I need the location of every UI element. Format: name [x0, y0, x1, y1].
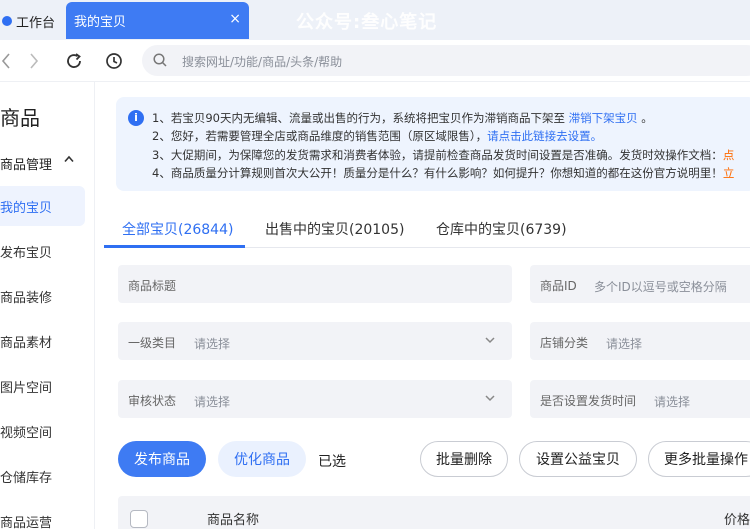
shop-category-label: 店铺分类 — [540, 336, 589, 350]
notice-line-3-text: 3、大促期间，为保障您的发货需求和消费者体验，请提前检查商品发货时间设置是否准确… — [152, 148, 723, 162]
chevron-up-icon[interactable] — [64, 155, 74, 163]
category-l1-placeholder: 请选择 — [194, 337, 231, 351]
select-all-checkbox[interactable] — [130, 510, 148, 528]
chevron-down-icon — [485, 395, 495, 402]
ship-time-select[interactable]: 是否设置发货时间 请选择 — [530, 380, 750, 418]
notice-line-1: 1、若宝贝90天内无编辑、流量或出售的行为，系统将把宝贝作为滞销商品下架至 滞销… — [152, 110, 653, 126]
sidebar-item-materials[interactable]: 商品素材 — [0, 321, 85, 361]
product-tabs: 全部宝贝(26844) 出售中的宝贝(20105) 仓库中的宝贝(6739) — [104, 210, 750, 248]
refresh-icon[interactable] — [62, 49, 86, 73]
home-icon — [2, 16, 12, 26]
shop-category-select[interactable]: 店铺分类 请选择 — [530, 322, 750, 360]
product-title-label: 商品标题 — [128, 279, 177, 293]
forward-icon[interactable] — [22, 49, 46, 73]
optimize-product-button[interactable]: 优化商品 — [218, 441, 306, 477]
info-icon: i — [128, 110, 144, 126]
tab-workbench[interactable]: 工作台 — [0, 8, 55, 34]
history-icon[interactable] — [102, 49, 126, 73]
product-title-field[interactable]: 商品标题 — [118, 265, 512, 303]
tab-in-warehouse[interactable]: 仓库中的宝贝(6739) — [436, 219, 567, 239]
tab-my-products-label: 我的宝贝 — [74, 15, 127, 30]
table-header: 商品名称 价格 — [118, 496, 750, 529]
product-id-field[interactable]: 商品ID 多个ID以逗号或空格分隔 — [530, 265, 750, 303]
ship-time-placeholder: 请选择 — [654, 395, 691, 409]
category-l1-label: 一级类目 — [128, 336, 177, 350]
sidebar-item-decoration[interactable]: 商品装修 — [0, 276, 85, 316]
sidebar: 商品 商品管理 我的宝贝 发布宝贝 商品装修 商品素材 图片空间 视频空间 仓储… — [0, 82, 95, 529]
sidebar-title: 商品 — [0, 106, 40, 130]
selected-count-text: 已选 — [318, 454, 346, 470]
stale-products-link[interactable]: 滞销下架宝贝 — [569, 111, 638, 125]
sidebar-item-operations[interactable]: 商品运营 — [0, 501, 85, 529]
browser-tabbar: 工作台 我的宝贝 × 公众号:叁心笔记 — [0, 0, 750, 40]
sidebar-item-image-space[interactable]: 图片空间 — [0, 366, 85, 406]
search-icon — [153, 53, 167, 71]
sidebar-group-product-manage[interactable]: 商品管理 — [0, 154, 52, 173]
audit-status-placeholder: 请选择 — [194, 395, 231, 409]
column-product-name: 商品名称 — [207, 513, 260, 528]
notice-line-3: 3、大促期间，为保障您的发货需求和消费者体验，请提前检查商品发货时间设置是否准确… — [152, 147, 734, 163]
notice-line-4: 4、商品质量分计算规则首次大公开！质量分是什么？有什么影响？如何提升？你想知道的… — [152, 165, 734, 181]
tab-workbench-label: 工作台 — [16, 15, 56, 31]
notice-line-1-text: 1、若宝贝90天内无编辑、流量或出售的行为，系统将把宝贝作为滞销商品下架至 — [152, 111, 565, 125]
ship-doc-link[interactable]: 点 — [723, 148, 735, 162]
search-input[interactable]: 搜索网址/功能/商品/头条/帮助 — [142, 45, 750, 76]
tab-all-products[interactable]: 全部宝贝(26844) — [122, 219, 233, 239]
chevron-down-icon — [485, 337, 495, 344]
notice-line-1-end: 。 — [641, 111, 653, 125]
product-id-placeholder: 多个ID以逗号或空格分隔 — [594, 280, 727, 294]
set-charity-button[interactable]: 设置公益宝贝 — [519, 441, 637, 477]
audit-status-label: 审核状态 — [128, 394, 177, 408]
notice-panel: i 1、若宝贝90天内无编辑、流量或出售的行为，系统将把宝贝作为滞销商品下架至 … — [116, 97, 750, 191]
publish-product-button[interactable]: 发布商品 — [118, 441, 206, 477]
watermark-text: 公众号:叁心笔记 — [296, 12, 438, 33]
more-batch-button[interactable]: 更多批量操作 — [648, 441, 750, 477]
audit-status-select[interactable]: 审核状态 请选择 — [118, 380, 512, 418]
column-price[interactable]: 价格 — [724, 509, 750, 528]
product-id-label: 商品ID — [540, 279, 577, 293]
category-l1-select[interactable]: 一级类目 请选择 — [118, 322, 512, 360]
back-icon[interactable] — [0, 49, 18, 73]
quality-doc-link[interactable]: 立 — [723, 166, 735, 180]
ship-time-label: 是否设置发货时间 — [540, 394, 637, 408]
active-tab-indicator — [104, 245, 245, 248]
sidebar-item-publish[interactable]: 发布宝贝 — [0, 231, 85, 271]
sales-range-link[interactable]: 请点击此链接去设置。 — [487, 129, 602, 143]
shop-category-placeholder: 请选择 — [606, 337, 643, 351]
notice-line-2: 2、您好，若需要管理全店或商品维度的销售范围（原区域限售），请点击此链接去设置。 — [152, 128, 602, 144]
notice-line-4-text: 4、商品质量分计算规则首次大公开！质量分是什么？有什么影响？如何提升？你想知道的… — [152, 166, 723, 180]
tab-my-products[interactable]: 我的宝贝 × — [66, 2, 249, 39]
search-placeholder: 搜索网址/功能/商品/头条/帮助 — [182, 55, 343, 69]
batch-delete-button[interactable]: 批量删除 — [420, 441, 508, 477]
close-icon[interactable]: × — [229, 11, 241, 27]
sidebar-item-video-space[interactable]: 视频空间 — [0, 411, 85, 451]
tab-on-sale[interactable]: 出售中的宝贝(20105) — [265, 219, 404, 239]
sidebar-item-warehouse[interactable]: 仓储库存 — [0, 456, 85, 496]
sidebar-item-my-products[interactable]: 我的宝贝 — [0, 186, 85, 226]
notice-line-2-text: 2、您好，若需要管理全店或商品维度的销售范围（原区域限售）， — [152, 129, 488, 143]
